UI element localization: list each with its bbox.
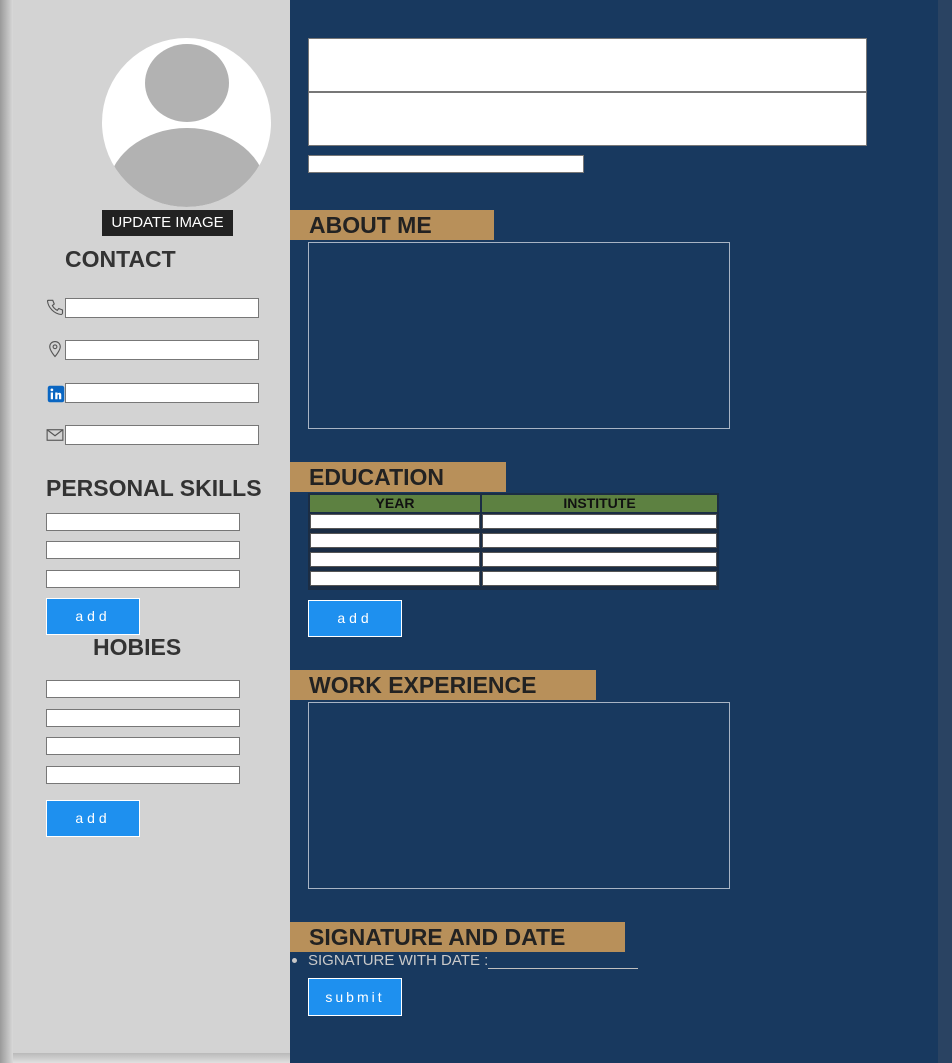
about-me-heading: ABOUT ME bbox=[290, 210, 494, 240]
table-cell[interactable] bbox=[310, 514, 480, 529]
avatar-head bbox=[145, 44, 229, 122]
skill-input[interactable] bbox=[46, 541, 240, 559]
hobbies-heading: HOBIES bbox=[93, 634, 182, 660]
work-experience-heading: WORK EXPERIENCE bbox=[290, 670, 596, 700]
table-cell[interactable] bbox=[482, 552, 717, 567]
table-cell[interactable] bbox=[482, 514, 717, 529]
title-input[interactable] bbox=[308, 92, 867, 146]
signature-label: SIGNATURE WITH DATE : bbox=[308, 952, 489, 969]
signature-line[interactable] bbox=[488, 968, 638, 969]
skill-input[interactable] bbox=[46, 513, 240, 531]
bullet bbox=[292, 958, 297, 963]
hobby-input[interactable] bbox=[46, 766, 240, 784]
about-me-textarea[interactable] bbox=[308, 242, 730, 429]
signature-heading: SIGNATURE AND DATE bbox=[290, 922, 625, 952]
submit-button[interactable]: submit bbox=[308, 978, 402, 1016]
avatar bbox=[102, 38, 271, 207]
bottom-shadow bbox=[13, 1053, 290, 1063]
contact-heading: CONTACT bbox=[65, 246, 176, 272]
add-education-button[interactable]: add bbox=[308, 600, 402, 637]
work-experience-textarea[interactable] bbox=[308, 702, 730, 889]
page-shadow bbox=[0, 0, 13, 1063]
education-heading: EDUCATION bbox=[290, 462, 506, 492]
add-skill-button[interactable]: add bbox=[46, 598, 140, 635]
phone-icon bbox=[46, 299, 64, 316]
add-hobby-button[interactable]: add bbox=[46, 800, 140, 837]
hobby-input[interactable] bbox=[46, 680, 240, 698]
email-input[interactable] bbox=[65, 425, 259, 445]
table-cell[interactable] bbox=[310, 571, 480, 586]
mail-icon bbox=[46, 429, 64, 441]
update-image-button[interactable]: UPDATE IMAGE bbox=[102, 210, 233, 236]
education-table: YEAR INSTITUTE bbox=[308, 493, 719, 590]
personal-skills-heading: PERSONAL SKILLS bbox=[46, 475, 262, 501]
table-cell[interactable] bbox=[482, 571, 717, 586]
hobby-input[interactable] bbox=[46, 737, 240, 755]
address-input[interactable] bbox=[65, 340, 259, 360]
hobby-input[interactable] bbox=[46, 709, 240, 727]
location-pin-icon bbox=[49, 340, 61, 358]
phone-input[interactable] bbox=[65, 298, 259, 318]
table-cell[interactable] bbox=[482, 533, 717, 548]
institute-column-header: INSTITUTE bbox=[482, 495, 717, 512]
subtitle-input[interactable] bbox=[308, 155, 584, 173]
table-cell[interactable] bbox=[310, 533, 480, 548]
name-input[interactable] bbox=[308, 38, 867, 92]
avatar-body bbox=[107, 128, 267, 207]
table-cell[interactable] bbox=[310, 552, 480, 567]
year-column-header: YEAR bbox=[310, 495, 480, 512]
linkedin-icon bbox=[47, 385, 65, 403]
linkedin-input[interactable] bbox=[65, 383, 259, 403]
skill-input[interactable] bbox=[46, 570, 240, 588]
right-edge bbox=[938, 0, 952, 1063]
